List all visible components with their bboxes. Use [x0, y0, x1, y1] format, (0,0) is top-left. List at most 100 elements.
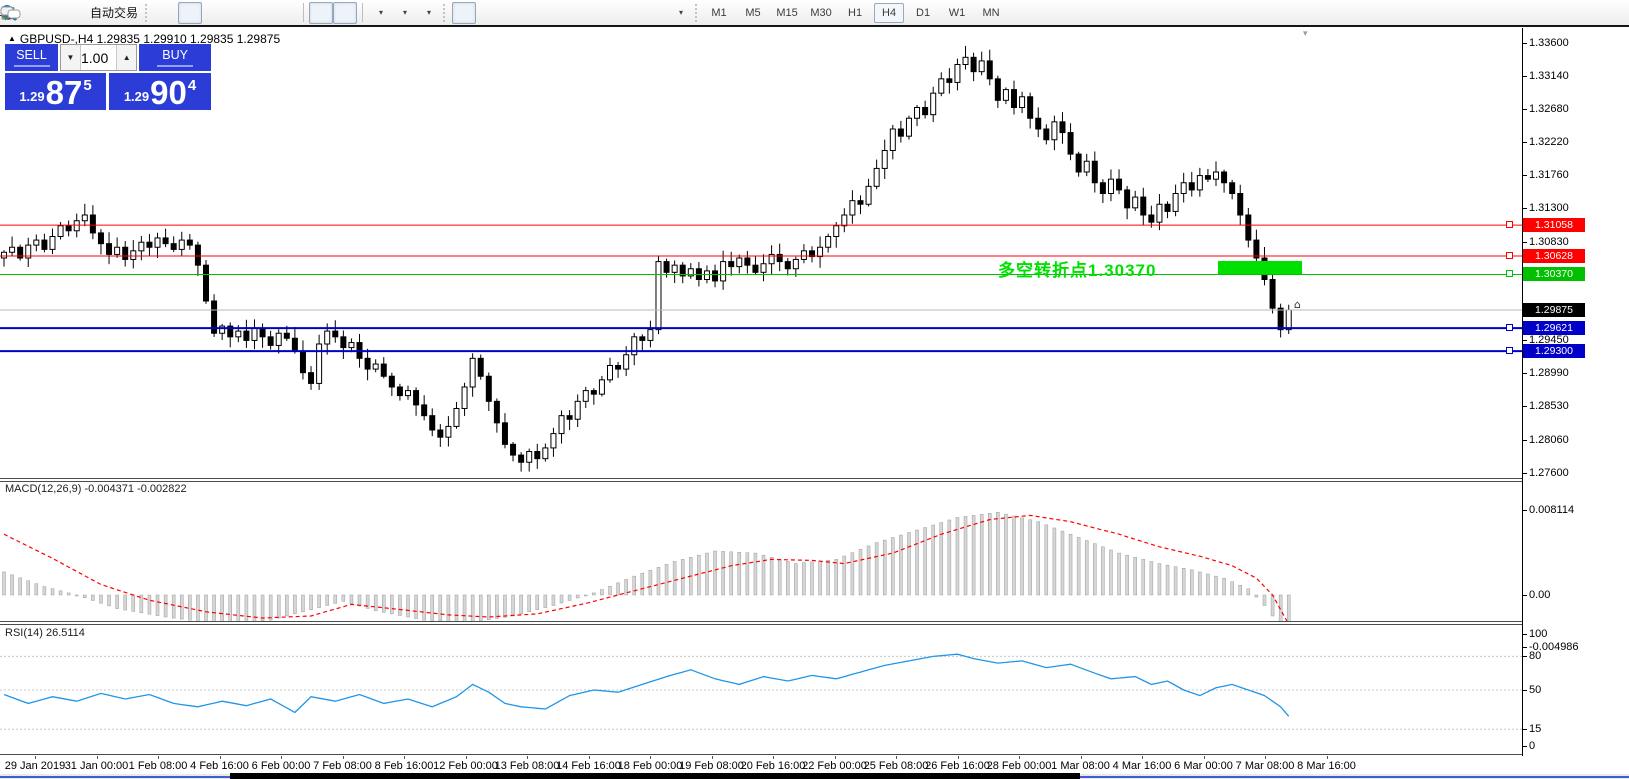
macd-histogram-bar — [342, 595, 345, 601]
macd-histogram-bar — [326, 595, 329, 605]
candle-bear — [535, 452, 540, 459]
macd-histogram-bar — [463, 595, 466, 621]
macd-histogram-bar — [657, 567, 660, 595]
macd-histogram-bar — [423, 595, 426, 620]
candle-bull — [446, 426, 451, 437]
macd-histogram-bar — [1093, 544, 1096, 595]
macd-axis-tick — [1522, 595, 1527, 596]
candle-bull — [252, 328, 257, 340]
annotation-text[interactable]: 多空转折点1.30370 — [998, 256, 1156, 281]
line-handle[interactable] — [1506, 347, 1513, 354]
tile-windows-button[interactable] — [274, 2, 298, 24]
candle-bear — [333, 331, 338, 337]
candle-bull — [34, 240, 39, 245]
candle-bull — [842, 215, 847, 226]
annotation-highlight-rect[interactable] — [1218, 261, 1302, 274]
periods-button[interactable]: ▾ — [392, 2, 416, 24]
trendline-button[interactable] — [548, 2, 572, 24]
price-axis-tick — [1522, 43, 1527, 44]
timeframe-button-h4[interactable]: H4 — [874, 3, 904, 23]
macd-histogram-bar — [407, 595, 410, 617]
crosshair-button[interactable] — [476, 2, 500, 24]
auto-trading-button[interactable]: 自动交易 — [83, 2, 142, 24]
candle-bear — [389, 376, 394, 387]
signals-button[interactable] — [59, 2, 83, 24]
zoom-in-button[interactable] — [226, 2, 250, 24]
macd-histogram-bar — [1190, 570, 1193, 595]
candle-bear — [187, 240, 192, 245]
vertical-line-button[interactable] — [500, 2, 524, 24]
timeframe-button-m15[interactable]: M15 — [772, 3, 802, 23]
line-handle[interactable] — [1506, 270, 1513, 277]
candle-bear — [923, 108, 928, 115]
text-label-button[interactable]: T — [644, 2, 668, 24]
price-axis-tick-label: 1.31760 — [1529, 169, 1569, 181]
auto-scroll-button[interactable] — [309, 2, 333, 24]
timeframe-button-d1[interactable]: D1 — [908, 3, 938, 23]
bar-chart-button[interactable] — [154, 2, 178, 24]
macd-axis-tick-label: 0.008114 — [1529, 504, 1574, 516]
line-handle[interactable] — [1506, 221, 1513, 228]
candle-bull — [1108, 179, 1113, 193]
text-button[interactable]: A — [620, 2, 644, 24]
candle-bear — [664, 262, 669, 273]
periods-caret-icon: ▾ — [403, 8, 407, 17]
macd-histogram-bar — [730, 552, 733, 595]
horizontal-line-button[interactable] — [524, 2, 548, 24]
macd-histogram-bar — [164, 595, 167, 617]
time-axis-label: 20 Feb 16:00 — [741, 760, 806, 772]
timeframe-button-m1[interactable]: M1 — [704, 3, 734, 23]
macd-histogram-bar — [301, 595, 304, 612]
candle-bear — [753, 265, 758, 272]
price-axis-tick — [1522, 142, 1527, 143]
macd-histogram-bar — [1061, 531, 1064, 595]
candle-bull — [599, 380, 604, 394]
macd-histogram-bar — [334, 595, 337, 603]
time-axis[interactable]: 29 Jan 201931 Jan 00:001 Feb 08:004 Feb … — [0, 756, 1522, 774]
time-axis-label: 4 Mar 16:00 — [1113, 760, 1172, 772]
time-axis-tick — [220, 756, 221, 759]
candle-bull — [50, 237, 55, 250]
macd-histogram-bar — [665, 564, 668, 595]
candle-bear — [616, 366, 621, 370]
timeframe-button-m30[interactable]: M30 — [806, 3, 836, 23]
timeframe-button-mn[interactable]: MN — [976, 3, 1006, 23]
fibonacci-button[interactable]: F — [596, 2, 620, 24]
chart-shift-button[interactable] — [333, 2, 357, 24]
arrows-button[interactable]: ▾ — [668, 2, 692, 24]
candlestick-chart-button[interactable] — [178, 2, 202, 24]
macd-histogram-bar — [722, 551, 725, 595]
line-chart-button[interactable] — [202, 2, 226, 24]
line-handle[interactable] — [1506, 252, 1513, 259]
macd-histogram-bar — [237, 595, 240, 621]
price-chart-svg[interactable] — [0, 27, 1522, 478]
zoom-out-button[interactable] — [250, 2, 274, 24]
macd-histogram-bar — [617, 583, 620, 595]
macd-chart-svg[interactable] — [0, 481, 1522, 621]
macd-histogram-bar — [536, 595, 539, 610]
candle-bear — [729, 262, 734, 267]
macd-histogram-bar — [520, 595, 523, 614]
templates-button[interactable]: ▾ — [416, 2, 440, 24]
timeframe-button-w1[interactable]: W1 — [942, 3, 972, 23]
candle-bull — [826, 237, 831, 248]
timeframe-button-m5[interactable]: M5 — [738, 3, 768, 23]
candle-bull — [406, 391, 411, 396]
price-axis-tick-label: 1.28530 — [1529, 400, 1569, 412]
time-axis-tick — [343, 756, 344, 759]
line-handle[interactable] — [1506, 324, 1513, 331]
macd-histogram-bar — [851, 553, 854, 595]
rsi-chart-svg[interactable] — [0, 624, 1522, 754]
timeframe-button-h1[interactable]: H1 — [840, 3, 870, 23]
macd-histogram-bar — [1045, 525, 1048, 595]
chat-icon[interactable] — [0, 4, 22, 22]
macd-histogram-bar — [374, 595, 377, 611]
candle-bull — [583, 391, 588, 402]
indicators-button[interactable]: ▾ — [368, 2, 392, 24]
new-chart-button[interactable] — [35, 2, 59, 24]
time-axis-tick — [712, 756, 713, 759]
candle-bear — [1189, 183, 1194, 190]
price-axis-tick-label: 1.28990 — [1529, 367, 1569, 379]
cursor-button[interactable] — [452, 2, 476, 24]
equidistant-channel-button[interactable]: E — [572, 2, 596, 24]
